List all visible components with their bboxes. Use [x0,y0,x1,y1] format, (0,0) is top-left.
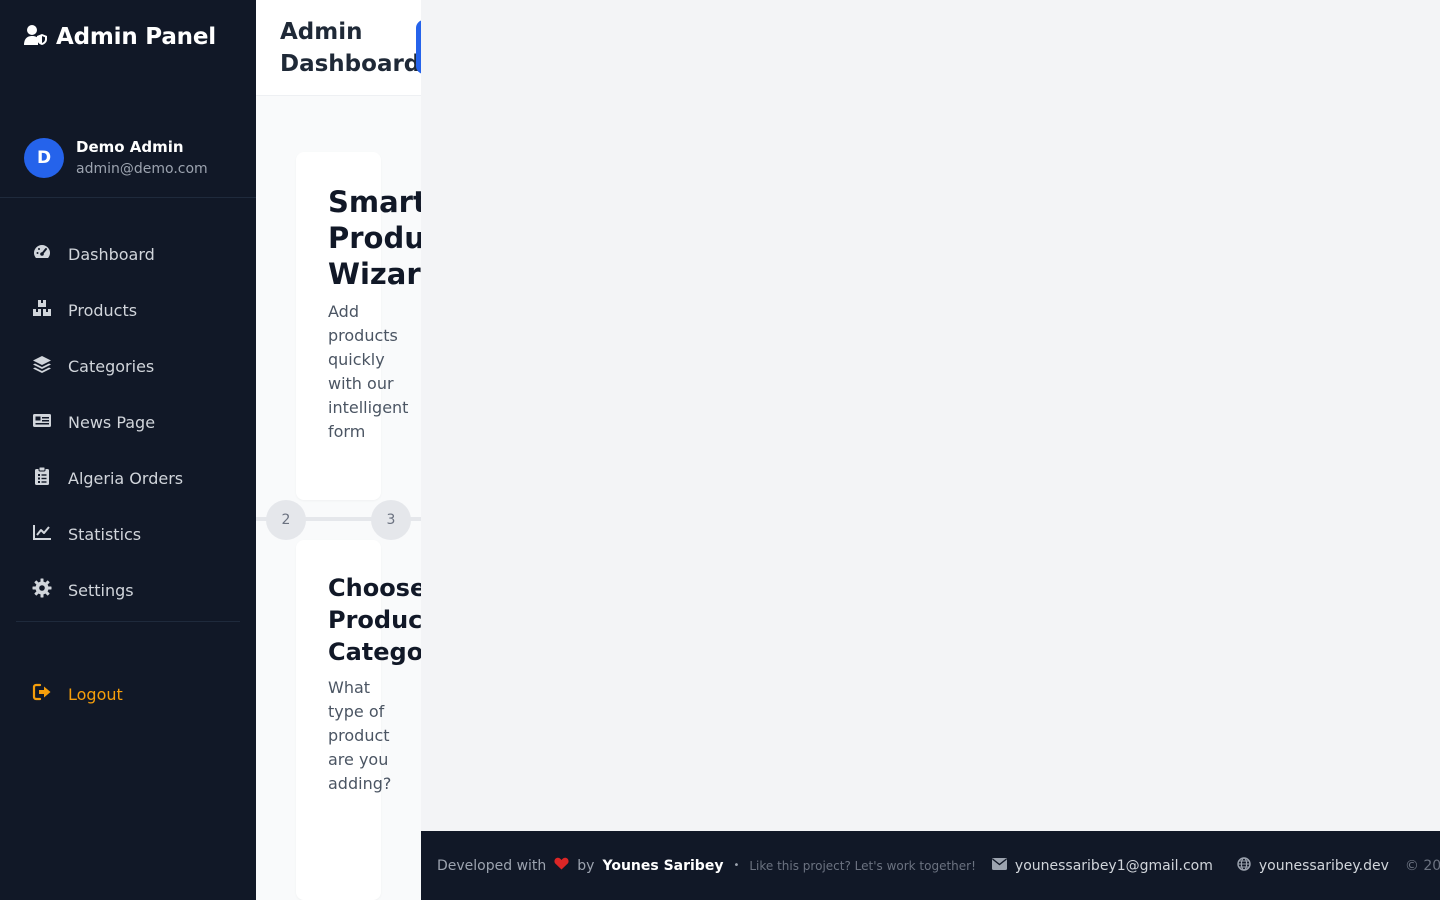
newspaper-icon [32,410,52,434]
footer-tagline: Like this project? Let's work together! [749,858,976,873]
sidebar-item-label: Settings [68,580,134,600]
sidebar-nav: Dashboard Products Categories News Page … [16,226,240,618]
chart-line-icon [32,522,52,546]
footer-developed-with: Developed with [437,857,547,874]
footer-website-link[interactable]: younessaribey.dev [1237,856,1389,875]
logout-icon [32,682,52,706]
main-content: Admin Dashboard Smart Product Wizard Add… [256,0,421,900]
gauge-icon [32,242,52,266]
topbar-action-button[interactable] [416,20,421,74]
wizard-intro-card: Smart Product Wizard Add products quickl… [296,152,421,500]
footer-website: younessaribey.dev [1258,857,1389,874]
sidebar-item-products[interactable]: Products [16,282,240,338]
footer-by: by [577,857,595,874]
user-name: Demo Admin [76,138,184,156]
user-email: admin@demo.com [76,161,208,177]
sidebar-item-statistics[interactable]: Statistics [16,506,240,562]
sidebar-item-label: Statistics [68,524,142,544]
wizard-title: Smart Product Wizard [328,185,421,291]
gear-icon [32,578,52,602]
sidebar-item-label: Dashboard [68,244,155,264]
category-card: Choose Product Category What type of pro… [296,540,421,900]
topbar: Admin Dashboard [256,0,421,96]
sidebar-item-label: Products [68,300,138,320]
page-title: Admin Dashboard [280,19,421,77]
sidebar-item-categories[interactable]: Categories [16,338,240,394]
footer-copyright: © 2025 [1404,857,1440,874]
sidebar-item-label: News Page [68,412,156,432]
logout-button[interactable]: Logout [16,666,240,722]
brand-title: Admin Panel [56,24,216,50]
category-description: What type of product are you adding? [328,678,392,793]
footer: Developed with by Younes Saribey • Like … [421,831,1440,900]
brand[interactable]: Admin Panel [24,24,216,50]
sidebar-item-algeria-orders[interactable]: Algeria Orders [16,450,240,506]
layers-icon [32,354,52,378]
wizard-description: Add products quickly with our intelligen… [328,302,409,441]
sidebar: Admin Panel D Demo Admin admin@demo.com … [0,0,256,900]
heart-icon [554,857,569,874]
envelope-icon [991,857,1007,874]
clipboard-list-icon [32,466,52,490]
user-shield-icon [24,24,48,50]
sidebar-item-label: Categories [68,356,155,376]
nav-divider [16,621,240,622]
footer-email: younessaribey1@gmail.com [1014,857,1213,874]
step-indicator-3[interactable]: 3 [371,500,411,540]
footer-email-link[interactable]: younessaribey1@gmail.com [991,857,1213,874]
footer-author-link[interactable]: Younes Saribey [602,858,723,874]
sidebar-item-settings[interactable]: Settings [16,562,240,618]
footer-separator: • [733,860,740,871]
sidebar-item-dashboard[interactable]: Dashboard [16,226,240,282]
sidebar-item-label: Algeria Orders [68,468,184,488]
user-profile: D Demo Admin admin@demo.com [0,118,256,198]
category-title: Choose Product Category [328,574,421,666]
sidebar-item-news-page[interactable]: News Page [16,394,240,450]
logout-label: Logout [68,684,123,704]
globe-icon [1237,856,1251,875]
step-indicator-2[interactable]: 2 [266,500,306,540]
avatar[interactable]: D [24,138,64,178]
boxes-icon [32,298,52,322]
